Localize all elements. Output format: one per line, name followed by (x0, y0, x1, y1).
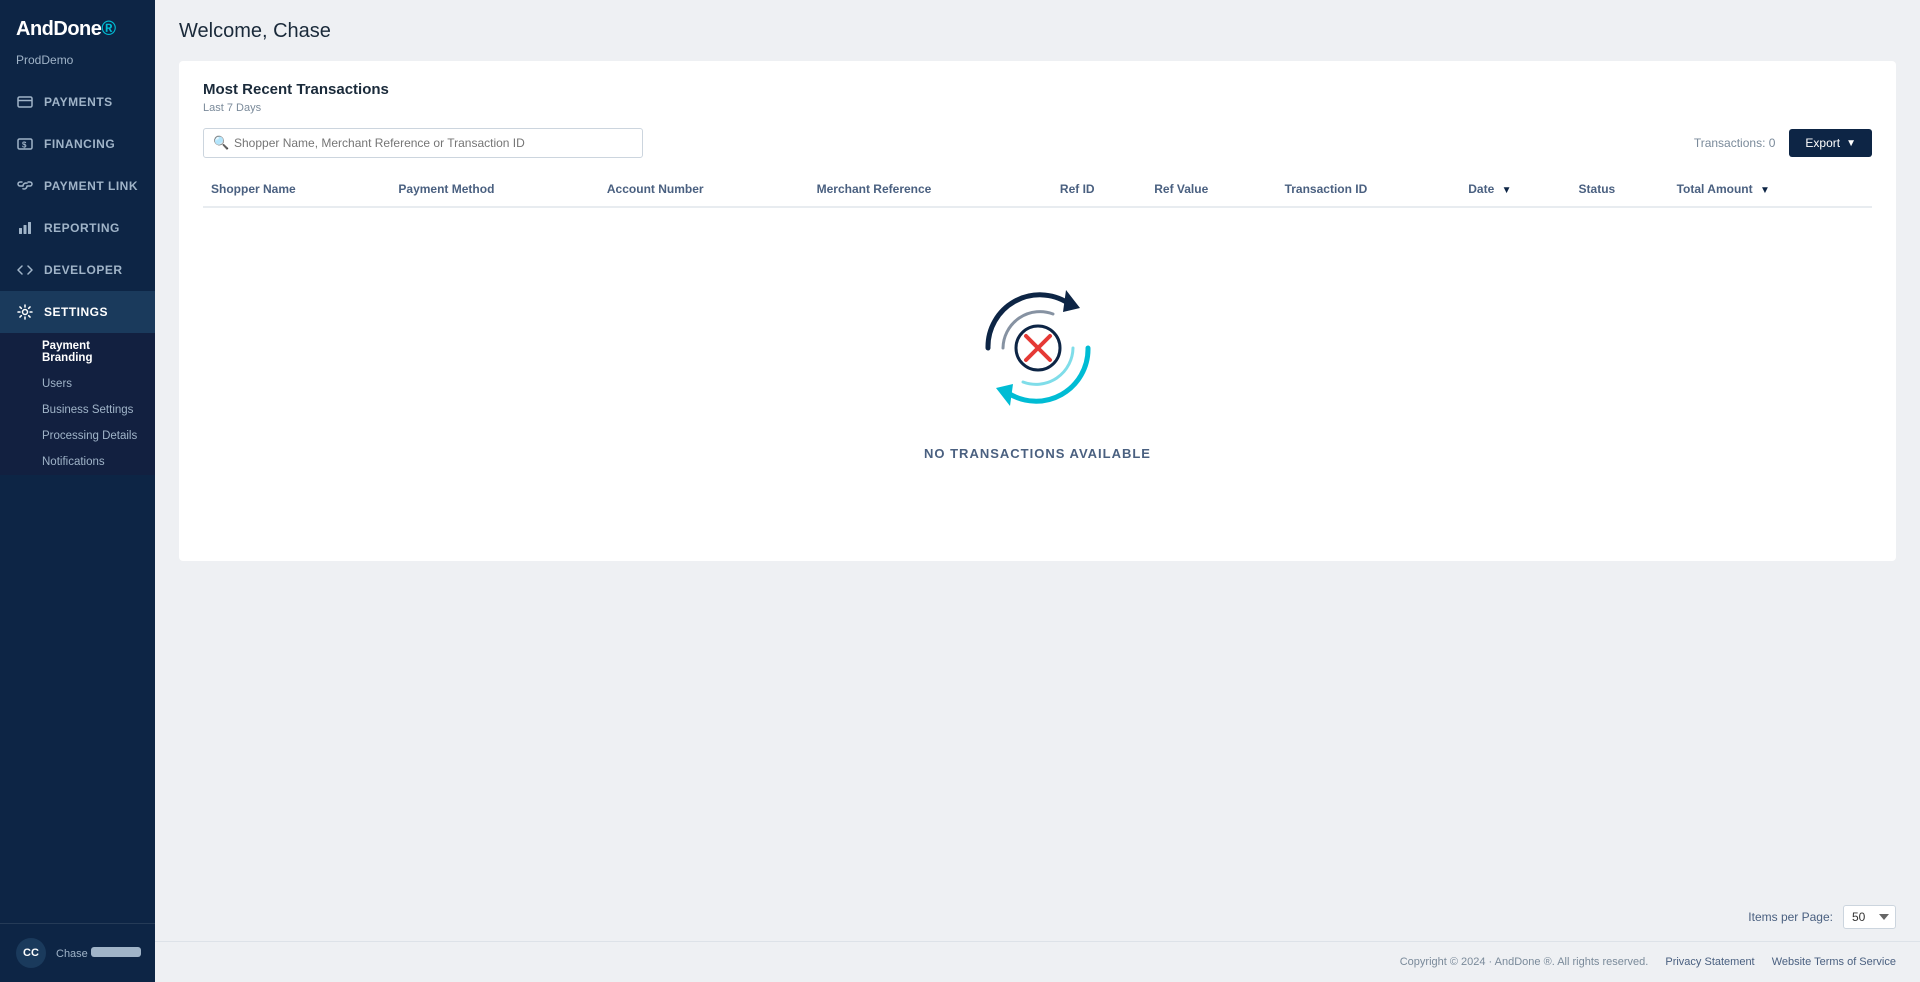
col-status[interactable]: Status (1571, 172, 1669, 207)
transactions-count: Transactions: 0 (1694, 136, 1776, 150)
export-button[interactable]: Export ▼ (1789, 129, 1872, 157)
transactions-card: Most Recent Transactions Last 7 Days 🔍 T… (179, 61, 1896, 561)
footer-name: Chase (56, 947, 141, 960)
financing-label: FINANCING (44, 137, 115, 151)
sidebar-footer: CC Chase (0, 923, 155, 982)
gear-icon (16, 303, 34, 321)
search-wrapper: 🔍 (203, 128, 643, 158)
logo-dot: ® (101, 18, 115, 40)
footer-terms-link[interactable]: Website Terms of Service (1772, 956, 1896, 968)
footer-privacy-link[interactable]: Privacy Statement (1665, 956, 1754, 968)
search-icon: 🔍 (213, 135, 229, 151)
search-input[interactable] (203, 128, 643, 158)
chevron-down-icon: ▼ (1846, 138, 1856, 149)
credit-card-icon (16, 93, 34, 111)
sidebar-item-payment-branding[interactable]: Payment Branding (0, 333, 155, 371)
logo-text: AndDone® (16, 18, 116, 40)
sidebar-item-settings[interactable]: SETTINGS (0, 291, 155, 333)
sidebar-nav: PAYMENTS $ FINANCING PAYMEN (0, 81, 155, 923)
main-content: Welcome, Chase Most Recent Transactions … (155, 0, 1920, 982)
items-per-page-label: Items per Page: (1748, 910, 1833, 924)
logo-brand: AndDone (16, 18, 101, 40)
card-subtitle: Last 7 Days (203, 102, 1872, 114)
sidebar-account: ProdDemo (0, 49, 155, 81)
col-payment-method[interactable]: Payment Method (390, 172, 598, 207)
pagination-bar: Items per Page: 50 25 100 (155, 893, 1920, 941)
sidebar-item-developer[interactable]: DEVELOPER (0, 249, 155, 291)
sidebar-item-users[interactable]: Users (0, 371, 155, 397)
export-area: Transactions: 0 Export ▼ (1694, 129, 1872, 157)
empty-text: NO TRANSACTIONS AVAILABLE (924, 446, 1151, 461)
search-export-row: 🔍 Transactions: 0 Export ▼ (203, 128, 1872, 158)
sidebar-item-reporting[interactable]: REPORTING (0, 207, 155, 249)
items-per-page-select[interactable]: 50 25 100 (1843, 905, 1896, 929)
transactions-table: Shopper Name Payment Method Account Numb… (203, 172, 1872, 541)
dollar-icon: $ (16, 135, 34, 153)
col-shopper-name[interactable]: Shopper Name (203, 172, 390, 207)
reporting-label: REPORTING (44, 221, 120, 235)
sidebar: AndDone® ProdDemo PAYMENTS $ FINANCING (0, 0, 155, 982)
page-footer: Copyright © 2024 · AndDone ®. All rights… (155, 941, 1920, 982)
col-ref-value[interactable]: Ref Value (1146, 172, 1276, 207)
code-icon (16, 261, 34, 279)
amount-sort-icon: ▼ (1760, 185, 1770, 196)
sidebar-item-business-settings[interactable]: Business Settings (0, 397, 155, 423)
page-title: Welcome, Chase (179, 20, 1896, 43)
payment-link-label: PAYMENT LINK (44, 179, 138, 193)
sidebar-item-financing[interactable]: $ FINANCING (0, 123, 155, 165)
sidebar-item-payments[interactable]: PAYMENTS (0, 81, 155, 123)
payments-label: PAYMENTS (44, 95, 113, 109)
link-icon (16, 177, 34, 195)
card-title: Most Recent Transactions (203, 81, 1872, 98)
col-date[interactable]: Date ▼ (1460, 172, 1570, 207)
col-transaction-id[interactable]: Transaction ID (1277, 172, 1461, 207)
sidebar-logo: AndDone® (0, 0, 155, 49)
col-merchant-reference[interactable]: Merchant Reference (809, 172, 1052, 207)
avatar: CC (16, 938, 46, 968)
content-area: Welcome, Chase Most Recent Transactions … (155, 0, 1920, 893)
sidebar-item-notifications[interactable]: Notifications (0, 449, 155, 475)
developer-label: DEVELOPER (44, 263, 123, 277)
bar-chart-icon (16, 219, 34, 237)
settings-label: SETTINGS (44, 305, 108, 319)
sidebar-item-payment-link[interactable]: PAYMENT LINK (0, 165, 155, 207)
col-account-number[interactable]: Account Number (599, 172, 809, 207)
date-sort-icon: ▼ (1502, 185, 1512, 196)
footer-redact (91, 947, 141, 957)
empty-state: NO TRANSACTIONS AVAILABLE (203, 208, 1872, 541)
no-transactions-icon (958, 268, 1118, 428)
col-ref-id[interactable]: Ref ID (1052, 172, 1146, 207)
settings-submenu: Payment Branding Users Business Settings… (0, 333, 155, 475)
footer-copyright: Copyright © 2024 · AndDone ®. All rights… (1400, 956, 1649, 968)
col-total-amount[interactable]: Total Amount ▼ (1669, 172, 1872, 207)
sidebar-item-processing-details[interactable]: Processing Details (0, 423, 155, 449)
svg-text:$: $ (22, 141, 27, 150)
